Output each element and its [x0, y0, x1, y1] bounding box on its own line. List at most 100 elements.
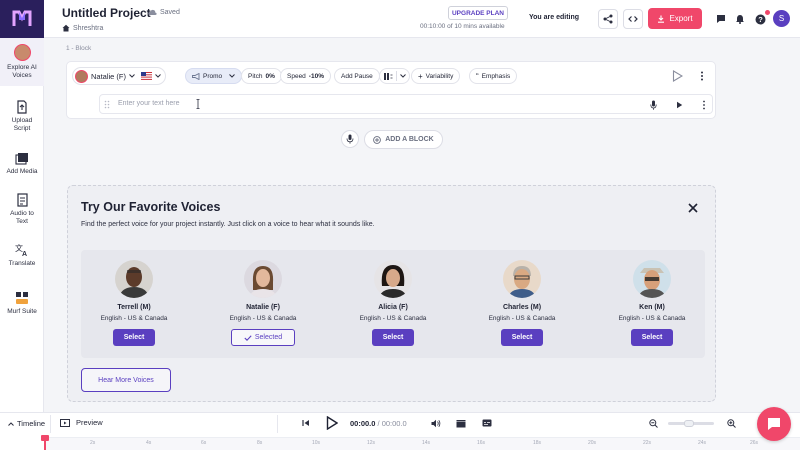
- select-voice-button[interactable]: Select: [631, 329, 673, 346]
- timeline-toggle[interactable]: Timeline: [8, 419, 45, 428]
- voice-record-button[interactable]: [341, 130, 359, 148]
- select-voice-button[interactable]: Select: [113, 329, 155, 346]
- voice-card-charles[interactable]: Charles (M) English - US & Canada Select: [467, 260, 577, 346]
- hear-more-voices-button[interactable]: Hear More Voices: [81, 368, 171, 392]
- timeline-ruler[interactable]: 2s 4s 6s 8s 10s 12s 14s 16s 18s 20s 22s …: [44, 437, 800, 450]
- voice-card-natalie[interactable]: Natalie (F) English - US & Canada Select…: [208, 260, 318, 346]
- sidebar-item-murf-suite[interactable]: Murf Suite: [0, 291, 44, 316]
- emphasis-label: Emphasis: [481, 72, 511, 80]
- playhead[interactable]: [44, 437, 46, 450]
- clapperboard-icon: [456, 419, 466, 427]
- plus-icon: +: [418, 71, 423, 81]
- embed-button[interactable]: [623, 9, 643, 29]
- voice-avatar: [374, 260, 412, 298]
- zoom-slider-handle[interactable]: [684, 420, 694, 427]
- timeline-bar: Timeline Preview 00:00.0 / 00:00.0 2s 4s…: [0, 412, 800, 450]
- block-more-button[interactable]: [700, 71, 704, 84]
- variability-label: Variability: [425, 72, 454, 80]
- sidebar-item-explore-voices[interactable]: Explore AI Voices: [0, 38, 44, 86]
- upgrade-plan-button[interactable]: UPGRADE PLAN: [448, 6, 508, 20]
- timeline-label: Timeline: [17, 419, 46, 428]
- zoom-out-button[interactable]: [647, 417, 659, 429]
- selected-voice-button[interactable]: Selected: [231, 329, 295, 346]
- microphone-icon[interactable]: [650, 100, 657, 110]
- play-icon: [326, 416, 338, 430]
- checkmark-icon: [244, 334, 252, 341]
- ruler-tick: 18s: [533, 440, 542, 446]
- saved-status: Saved: [148, 9, 180, 16]
- zoom-in-button[interactable]: [725, 417, 737, 429]
- sidebar-item-upload-script[interactable]: Upload Script: [0, 100, 44, 133]
- drag-handle-icon[interactable]: [104, 100, 110, 109]
- sidebar-item-label: Add Media: [6, 168, 38, 175]
- script-text-input[interactable]: Enter your text here: [118, 100, 179, 107]
- subtitles-button[interactable]: [481, 417, 493, 429]
- sidebar-item-audio-to-text[interactable]: Audio to Text: [0, 193, 44, 226]
- volume-button[interactable]: [430, 417, 442, 429]
- add-block-button[interactable]: ADD A BLOCK: [364, 130, 443, 149]
- pitch-control[interactable]: Pitch 0%: [241, 68, 282, 84]
- preview-button[interactable]: Preview: [60, 418, 103, 427]
- voice-card-alicia[interactable]: Alicia (F) English - US & Canada Select: [338, 260, 448, 346]
- top-bar: Untitled Project Saved Shreshtra UPGRADE…: [0, 0, 800, 38]
- chat-support-button[interactable]: [757, 407, 791, 441]
- select-voice-button[interactable]: Select: [501, 329, 543, 346]
- microphone-icon: [346, 134, 354, 144]
- saved-label: Saved: [160, 9, 180, 16]
- export-button[interactable]: Export: [648, 8, 702, 29]
- voice-selector[interactable]: Natalie (F): [72, 67, 167, 85]
- clapperboard-button[interactable]: [455, 417, 467, 429]
- usage-text: 00:10:00 of 10 mins available: [420, 23, 505, 30]
- voice-avatar: [244, 260, 282, 298]
- skip-back-button[interactable]: [300, 417, 312, 429]
- emphasis-button[interactable]: “ Emphasis: [469, 68, 518, 84]
- pitch-value: 0%: [265, 72, 275, 80]
- select-voice-button[interactable]: Select: [372, 329, 414, 346]
- panel-description: Find the perfect voice for your project …: [81, 221, 375, 228]
- person-portrait-icon: [244, 260, 282, 298]
- ruler-tick: 10s: [312, 440, 321, 446]
- play-icon[interactable]: [676, 101, 683, 109]
- add-pause-button[interactable]: Add Pause: [334, 68, 380, 84]
- murf-logo-icon: [12, 10, 32, 26]
- user-avatar[interactable]: S: [773, 10, 790, 27]
- speed-control[interactable]: Speed -10%: [280, 68, 331, 84]
- text-row: Enter your text here: [99, 94, 713, 114]
- project-title[interactable]: Untitled Project: [62, 6, 151, 20]
- ruler-tick: 16s: [477, 440, 486, 446]
- voice-avatar-icon: [13, 44, 31, 61]
- divider: [277, 415, 278, 433]
- ruler-tick: 20s: [588, 440, 597, 446]
- share-button[interactable]: [598, 9, 618, 29]
- sidebar-item-translate[interactable]: 文A Translate: [0, 243, 44, 268]
- bell-icon: [736, 15, 744, 24]
- close-icon[interactable]: [686, 201, 700, 215]
- add-block-label: ADD A BLOCK: [385, 136, 434, 143]
- variability-button[interactable]: + Variability: [411, 68, 461, 84]
- voice-avatar: [633, 260, 671, 298]
- notifications-button[interactable]: [733, 12, 747, 26]
- murf-logo[interactable]: [0, 0, 44, 38]
- comments-button[interactable]: [714, 12, 728, 26]
- preview-icon: [60, 418, 70, 427]
- zoom-in-icon: [726, 418, 736, 428]
- subtitles-icon: [482, 419, 492, 427]
- sidebar-item-add-media[interactable]: Add Media: [0, 151, 44, 176]
- divider: [50, 415, 51, 433]
- editing-status: You are editing: [529, 14, 580, 21]
- current-time: 00:00.0: [350, 419, 376, 428]
- play-block-button[interactable]: [672, 70, 684, 85]
- play-button[interactable]: [325, 415, 339, 431]
- voice-language: English - US & Canada: [488, 315, 556, 322]
- chevron-down-icon: [129, 74, 135, 78]
- more-vertical-icon[interactable]: [702, 100, 706, 110]
- quote-icon: “: [476, 71, 479, 81]
- pause-options[interactable]: [379, 68, 410, 84]
- voice-card-ken[interactable]: Ken (M) English - US & Canada Select: [597, 260, 707, 346]
- voice-card-terrell[interactable]: Terrell (M) English - US & Canada Select: [79, 260, 189, 346]
- share-icon: [603, 14, 613, 24]
- time-display: 00:00.0 / 00:00.0: [350, 419, 407, 428]
- voice-name: Natalie (F): [246, 304, 280, 311]
- breadcrumb[interactable]: Shreshtra: [62, 24, 103, 32]
- style-selector[interactable]: Promo: [185, 68, 243, 84]
